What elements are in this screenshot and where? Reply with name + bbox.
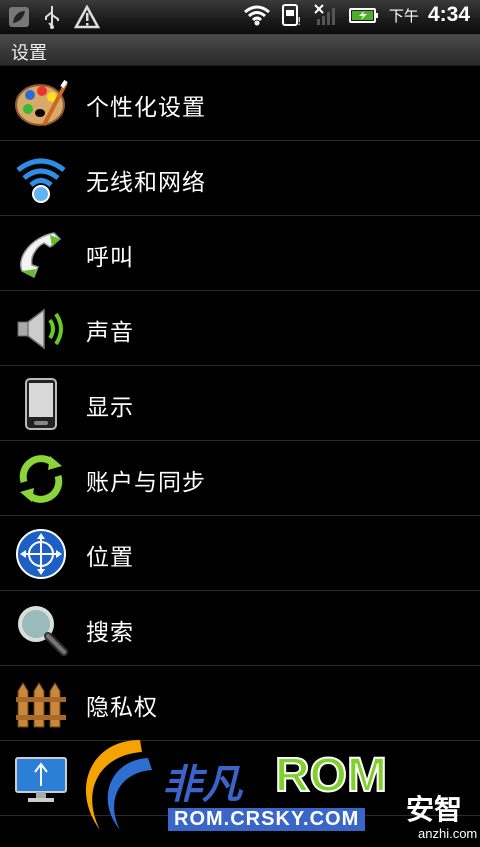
page-title: 设置 <box>11 43 47 64</box>
settings-item-label: 个性化设置 <box>86 95 206 121</box>
settings-item-label: 呼叫 <box>86 245 134 271</box>
settings-item-label: 显示 <box>86 395 134 421</box>
settings-item-location[interactable]: 位置 <box>0 516 480 591</box>
signal-off-icon <box>314 4 335 25</box>
watermark-url: ROM.CRSKY.COM <box>168 808 366 831</box>
sync-icon <box>19 455 63 503</box>
status-bar: ! 下午 4:34 <box>0 0 480 35</box>
settings-item-sound[interactable]: 声音 <box>0 291 480 366</box>
watermark: 非凡 ROM ROM.CRSKY.COM 安智 anzhi.com <box>70 730 480 847</box>
settings-item-label: 隐私权 <box>86 695 158 721</box>
svg-text:!: ! <box>297 15 301 27</box>
sim-icon: ! <box>281 4 301 27</box>
notification-leaf-icon <box>9 7 29 27</box>
settings-item-wireless[interactable]: 无线和网络 <box>0 141 480 216</box>
settings-item-label: 位置 <box>86 545 134 571</box>
usb-monitor-icon <box>15 757 67 802</box>
time-period: 下午 <box>388 7 419 25</box>
status-bar-left <box>8 4 100 30</box>
settings-item-label: 无线和网络 <box>86 170 206 196</box>
settings-item-label: 账户与同步 <box>86 470 206 496</box>
watermark-swirl-logo <box>85 740 152 830</box>
fence-icon <box>16 682 66 728</box>
settings-item-search[interactable]: 搜索 <box>0 591 480 666</box>
location-globe-icon <box>16 529 66 579</box>
status-bar-right: ! 下午 4:34 <box>243 3 470 27</box>
settings-item-label: 搜索 <box>86 620 134 646</box>
clock: 4:34 <box>427 3 470 26</box>
watermark-anzhi: 安智 <box>406 793 463 826</box>
title-bar: 设置 <box>0 35 480 66</box>
watermark-brand: 非凡 <box>162 763 242 807</box>
battery-charging-icon <box>348 8 378 23</box>
settings-item-label: 声音 <box>86 320 134 346</box>
usb-icon <box>45 6 59 29</box>
wifi-icon <box>243 5 270 26</box>
palette-icon <box>15 79 68 126</box>
watermark-anzhi-url: anzhi.com <box>418 826 478 841</box>
settings-list: 个性化设置 无线和网络 呼叫 声音 显示 账户与同步 位置 搜索 隐私权 <box>0 66 480 816</box>
speaker-icon <box>17 308 63 350</box>
settings-item-accounts-sync[interactable]: 账户与同步 <box>0 441 480 516</box>
settings-item-call[interactable]: 呼叫 <box>0 216 480 291</box>
settings-item-display[interactable]: 显示 <box>0 366 480 441</box>
settings-item-personalize[interactable]: 个性化设置 <box>0 66 480 141</box>
display-phone-icon <box>25 378 57 430</box>
search-icon <box>18 606 68 656</box>
warning-icon <box>74 5 100 29</box>
phone-icon <box>20 232 62 279</box>
wireless-icon <box>16 158 66 203</box>
watermark-rom: ROM <box>274 748 388 803</box>
